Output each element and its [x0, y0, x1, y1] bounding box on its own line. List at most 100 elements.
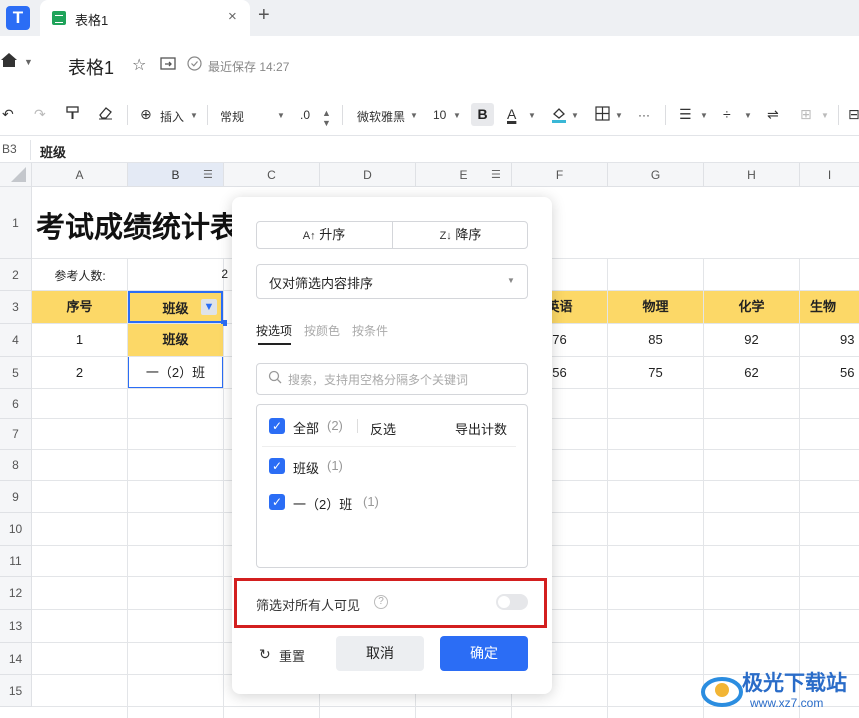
freeze-icon[interactable]: ⊟ [848, 106, 859, 123]
chevron-down-icon[interactable]: ▼ [190, 111, 198, 120]
chevron-down-icon[interactable]: ▼ [277, 111, 285, 120]
row-header-4[interactable]: 4 [0, 324, 32, 357]
home-icon[interactable] [0, 52, 18, 73]
row-header-11[interactable]: 11 [0, 546, 32, 577]
move-folder-icon[interactable] [160, 57, 176, 75]
merge-cells-icon[interactable]: ⊞ [800, 106, 812, 123]
row-header-2[interactable]: 2 [0, 259, 32, 291]
reset-button[interactable]: 重置 [279, 646, 305, 665]
eraser-icon[interactable] [98, 106, 113, 123]
undo-icon[interactable]: ↶ [2, 106, 14, 123]
redo-icon[interactable]: ↷ [34, 106, 46, 123]
header-cell-physics[interactable]: 物理 [608, 291, 703, 323]
format-painter-icon[interactable] [66, 106, 80, 123]
add-tab-icon[interactable]: + [258, 4, 270, 27]
checkbox-all[interactable]: ✓ [269, 418, 285, 434]
row-header-10[interactable]: 10 [0, 513, 32, 546]
star-icon[interactable]: ☆ [132, 55, 146, 75]
cell-reference[interactable]: B3 [2, 142, 17, 156]
chevron-down-icon[interactable]: ▼ [528, 111, 536, 120]
chevron-down-icon[interactable]: ▼ [453, 111, 461, 120]
table-cell[interactable]: 93 [800, 324, 859, 356]
table-cell[interactable]: 75 [608, 357, 703, 388]
row-header-15[interactable]: 15 [0, 675, 32, 707]
tab-sheet1[interactable] [40, 0, 250, 36]
header-cell-chemistry[interactable]: 化学 [704, 291, 799, 323]
header-cell-biology[interactable]: 生物 [800, 291, 859, 323]
close-icon[interactable]: × [228, 8, 237, 25]
select-all-corner[interactable] [0, 163, 32, 187]
chevron-down-icon[interactable]: ▼ [410, 111, 418, 120]
participants-value[interactable]: 2 [128, 267, 228, 281]
reset-icon[interactable]: ↻ [259, 646, 271, 663]
vertical-align-icon[interactable]: ÷ [723, 106, 731, 122]
filter-menu-icon[interactable]: ☰ [491, 168, 501, 181]
insert-button[interactable]: 插入 [160, 108, 184, 125]
row-header-14[interactable]: 14 [0, 643, 32, 675]
caret-down-icon[interactable]: ▼ [24, 57, 33, 67]
decimal-button[interactable]: .0 [300, 108, 310, 122]
row-header-3[interactable]: 3 [0, 291, 32, 324]
confirm-button[interactable]: 确定 [440, 636, 528, 671]
table-cell[interactable]: 2 [32, 357, 127, 388]
sort-asc-button[interactable]: A↑ 升序 [256, 221, 392, 249]
font-family-select[interactable]: 微软雅黑 [357, 108, 405, 125]
cancel-button[interactable]: 取消 [336, 636, 424, 671]
column-header-c[interactable]: C [224, 163, 320, 187]
doc-title[interactable]: 表格1 [68, 54, 114, 80]
font-color-button[interactable]: A [507, 106, 516, 122]
checkbox-option[interactable]: ✓ [269, 458, 285, 474]
column-header-d[interactable]: D [320, 163, 416, 187]
column-header-g[interactable]: G [608, 163, 704, 187]
table-cell[interactable]: 班级 [128, 324, 223, 356]
filter-active-icon[interactable]: ▼ [201, 299, 217, 315]
app-logo[interactable]: T [6, 6, 30, 30]
row-header-9[interactable]: 9 [0, 481, 32, 513]
tab-by-condition[interactable]: 按条件 [352, 322, 388, 339]
fill-color-icon[interactable] [551, 106, 567, 126]
insert-plus-icon[interactable]: ⊕ [140, 106, 152, 123]
column-header-a[interactable]: A [32, 163, 128, 187]
align-icon[interactable]: ☰ [679, 106, 692, 123]
chevron-down-icon[interactable]: ▼ [744, 111, 752, 120]
table-cell[interactable]: 85 [608, 324, 703, 356]
table-cell[interactable]: 92 [704, 324, 799, 356]
number-format-select[interactable]: 常规 [220, 108, 244, 125]
header-cell-seq[interactable]: 序号 [32, 291, 127, 323]
participants-label[interactable]: 参考人数: [32, 267, 128, 284]
chevron-down-icon[interactable]: ▼ [700, 111, 708, 120]
table-cell[interactable]: 1 [32, 324, 127, 356]
row-header-7[interactable]: 7 [0, 419, 32, 450]
stepper-icon[interactable]: ▲ ▼ [322, 108, 331, 128]
filter-menu-icon[interactable]: ☰ [203, 168, 213, 181]
row-header-13[interactable]: 13 [0, 610, 32, 643]
row-header-6[interactable]: 6 [0, 389, 32, 419]
row-header-12[interactable]: 12 [0, 577, 32, 610]
search-input[interactable]: 搜索，支持用空格分隔多个关键词 [288, 371, 468, 388]
row-header-1[interactable]: 1 [0, 187, 32, 259]
invert-selection-button[interactable]: 反选 [370, 419, 396, 438]
table-cell[interactable]: 56 [800, 357, 859, 388]
tab-by-option[interactable]: 按选项 [256, 322, 292, 339]
export-count-button[interactable]: 导出计数 [455, 419, 507, 438]
bold-button[interactable]: B [471, 103, 494, 126]
column-header-h[interactable]: H [704, 163, 800, 187]
font-size-select[interactable]: 10 [433, 108, 446, 122]
table-cell[interactable]: 一（2）班 [128, 357, 223, 388]
chevron-down-icon[interactable]: ▼ [571, 111, 579, 120]
row-header-8[interactable]: 8 [0, 450, 32, 481]
checkbox-option[interactable]: ✓ [269, 494, 285, 510]
tab-by-color[interactable]: 按颜色 [304, 322, 340, 339]
chevron-down-icon[interactable]: ▼ [615, 111, 623, 120]
wrap-text-icon[interactable]: ⇌ [767, 106, 779, 123]
column-header-f[interactable]: F [512, 163, 608, 187]
sheet-title[interactable]: 考试成绩统计表 [36, 204, 239, 246]
table-cell[interactable]: 62 [704, 357, 799, 388]
more-icon[interactable]: ··· [638, 108, 650, 122]
sort-desc-button[interactable]: Z↓ 降序 [393, 221, 528, 249]
border-icon[interactable] [595, 106, 610, 124]
chevron-down-icon[interactable]: ▼ [821, 111, 829, 120]
column-header-i[interactable]: I [800, 163, 859, 187]
row-header-5[interactable]: 5 [0, 357, 32, 389]
formula-input[interactable]: 班级 [40, 142, 66, 161]
